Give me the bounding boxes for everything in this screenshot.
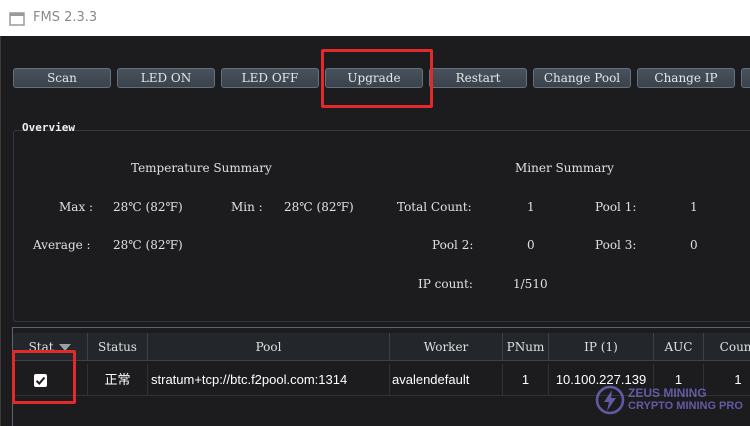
change-ip-button[interactable]: Change IP bbox=[637, 68, 735, 88]
led-on-button[interactable]: LED ON bbox=[117, 68, 215, 88]
pool1-value: 1 bbox=[690, 200, 698, 214]
scan-button[interactable]: Scan bbox=[13, 68, 111, 88]
header-status[interactable]: Status bbox=[88, 333, 148, 361]
total-count-label: Total Count: bbox=[397, 200, 472, 214]
min-temp-value: 28℃ (82℉) bbox=[284, 200, 354, 214]
pool3-value: 0 bbox=[690, 238, 698, 252]
restart-button[interactable]: Restart bbox=[429, 68, 527, 88]
average-temp-value: 28℃ (82℉) bbox=[113, 238, 183, 252]
upgrade-highlight-box bbox=[321, 49, 433, 108]
row-pnum: 1 bbox=[503, 364, 549, 396]
header-pool[interactable]: Pool bbox=[148, 333, 390, 361]
total-count-value: 1 bbox=[527, 200, 535, 214]
row-pool: stratum+tcp://btc.f2pool.com:1314 bbox=[148, 364, 390, 396]
change-pool-button[interactable]: Change Pool bbox=[533, 68, 631, 88]
table-header: Stat Status Pool Worker PNum IP (1) AUC … bbox=[13, 328, 750, 364]
watermark-line1: ZEUS MINING bbox=[628, 386, 707, 400]
watermark-line2: CRYPTO MINING PRO bbox=[628, 400, 743, 412]
pool1-label: Pool 1: bbox=[595, 200, 637, 214]
header-count[interactable]: Count bbox=[704, 333, 750, 361]
title-bar: FMS 2.3.3 bbox=[0, 0, 750, 36]
header-pnum[interactable]: PNum bbox=[503, 333, 549, 361]
row-worker: avalendefault bbox=[390, 364, 503, 396]
max-temp-value: 28℃ (82℉) bbox=[113, 200, 183, 214]
temperature-summary-heading: Temperature Summary bbox=[131, 161, 272, 175]
pool2-label: Pool 2: bbox=[432, 238, 474, 252]
watermark: ZEUS MINING CRYPTO MINING PRO bbox=[592, 382, 750, 422]
main-window: Scan LED ON LED OFF Upgrade Restart Chan… bbox=[0, 36, 750, 426]
max-temp-label: Max : bbox=[59, 200, 94, 214]
led-off-button[interactable]: LED OFF bbox=[221, 68, 319, 88]
overview-panel bbox=[13, 130, 750, 322]
checkbox-highlight-box bbox=[12, 350, 76, 404]
window-title: FMS 2.3.3 bbox=[33, 10, 98, 25]
app-icon bbox=[9, 12, 25, 26]
average-temp-label: Average : bbox=[33, 238, 91, 252]
ip-count-value: 1/510 bbox=[513, 277, 548, 291]
ip-count-label: IP count: bbox=[418, 277, 473, 291]
miner-summary-heading: Miner Summary bbox=[515, 161, 614, 175]
zeus-mining-logo-icon bbox=[595, 385, 625, 415]
more-button[interactable] bbox=[741, 68, 750, 88]
header-auc[interactable]: AUC bbox=[654, 333, 704, 361]
row-status: 正常 bbox=[88, 364, 148, 396]
min-temp-label: Min : bbox=[231, 200, 263, 214]
pool2-value: 0 bbox=[527, 238, 535, 252]
header-worker[interactable]: Worker bbox=[390, 333, 503, 361]
pool3-label: Pool 3: bbox=[595, 238, 637, 252]
header-ip[interactable]: IP (1) bbox=[549, 333, 654, 361]
overview-label: Overview bbox=[22, 121, 75, 134]
